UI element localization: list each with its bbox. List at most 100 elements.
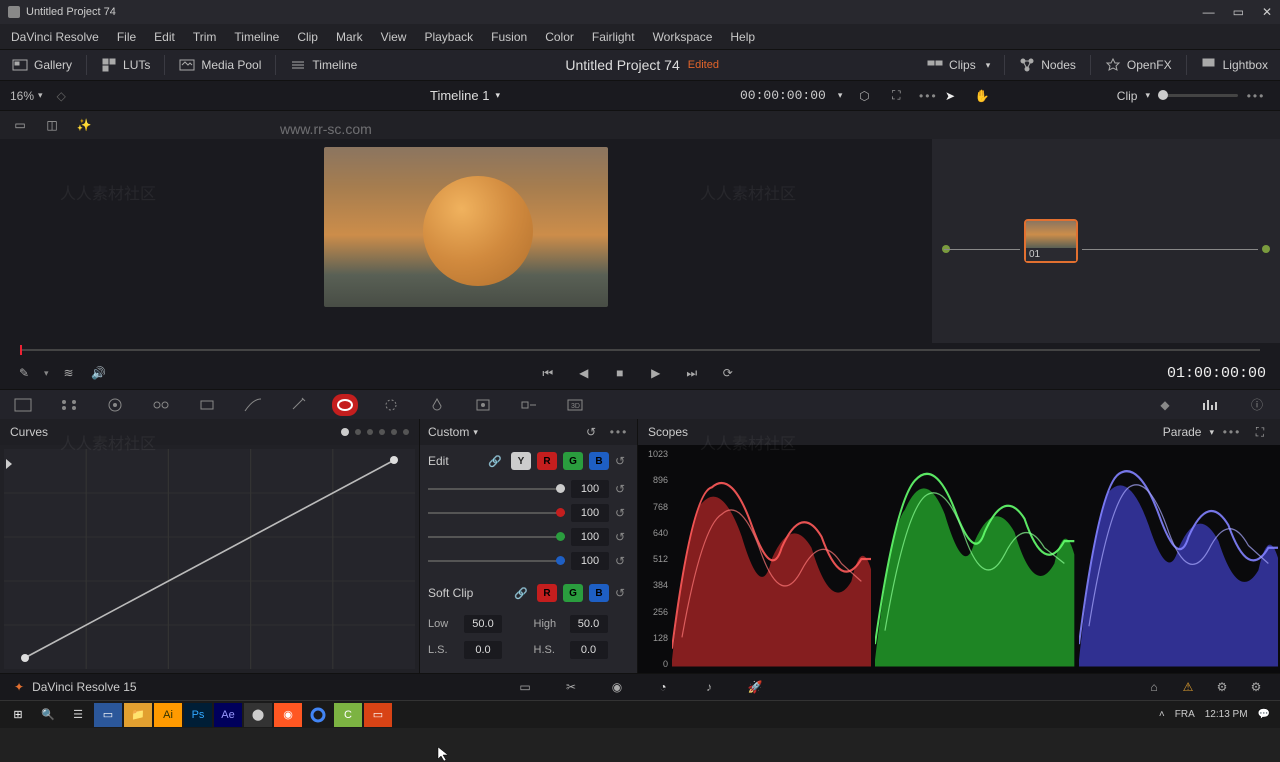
luts-button[interactable]: LUTs <box>89 49 162 81</box>
loop-icon[interactable]: ⟳ <box>718 363 738 383</box>
scopes-icon[interactable] <box>1198 394 1224 416</box>
channel-b-button[interactable]: B <box>589 452 609 470</box>
intensity-slider-b[interactable]: 100↺ <box>428 551 629 571</box>
info-icon[interactable]: ⓘ <box>1244 394 1270 416</box>
curve-point-black[interactable] <box>21 654 29 662</box>
high-value[interactable]: 50.0 <box>570 615 608 633</box>
mediapool-button[interactable]: Media Pool <box>167 49 273 81</box>
chevron-down-icon[interactable]: ▾ <box>38 90 43 101</box>
taskbar-app[interactable]: 📁 <box>124 703 152 727</box>
curves-mode[interactable]: Custom <box>428 425 469 439</box>
sizing-icon[interactable]: 3D <box>562 394 588 416</box>
reset-icon[interactable]: ↺ <box>615 454 629 468</box>
hs-value[interactable]: 0.0 <box>570 641 608 659</box>
window-icon[interactable] <box>378 394 404 416</box>
keyframe-icon[interactable]: ◆ <box>1152 394 1178 416</box>
wheels-icon[interactable] <box>102 394 128 416</box>
page-edit-icon[interactable]: ✂ <box>561 677 581 697</box>
warning-icon[interactable]: ⚠ <box>1178 677 1198 697</box>
menu-timeline[interactable]: Timeline <box>225 30 288 44</box>
home-icon[interactable]: ⌂ <box>1144 677 1164 697</box>
more-icon[interactable]: ••• <box>1246 86 1266 106</box>
taskbar-app[interactable]: ◉ <box>274 703 302 727</box>
image-wipe-icon[interactable]: ▭ <box>10 115 30 135</box>
softclip-r-button[interactable]: R <box>537 584 557 602</box>
menu-mark[interactable]: Mark <box>327 30 372 44</box>
zoom-value[interactable]: 16% <box>10 89 34 103</box>
page-deliver-icon[interactable]: 🚀 <box>745 677 765 697</box>
intensity-slider-g[interactable]: 100↺ <box>428 527 629 547</box>
tracker-droplet-icon[interactable] <box>424 394 450 416</box>
taskbar-app[interactable]: Ae <box>214 703 242 727</box>
time-track[interactable] <box>0 343 1280 357</box>
curve-point-white[interactable] <box>390 456 398 464</box>
camera-raw-icon[interactable] <box>10 394 36 416</box>
qualifier-wand-icon[interactable] <box>286 394 312 416</box>
node-01[interactable]: 01 <box>1024 219 1078 263</box>
taskview-button[interactable]: ☰ <box>64 703 92 727</box>
more-icon[interactable]: ••• <box>1222 422 1242 442</box>
lightbox-button[interactable]: Lightbox <box>1189 49 1280 81</box>
curve-editor[interactable] <box>4 449 415 669</box>
menu-file[interactable]: File <box>108 30 145 44</box>
page-fusion-icon[interactable]: ◉ <box>607 677 627 697</box>
tray-time[interactable]: 12:13 PM <box>1205 709 1248 720</box>
colormatch-icon[interactable] <box>56 394 82 416</box>
reset-icon[interactable]: ↺ <box>615 506 629 520</box>
menu-fairlight[interactable]: Fairlight <box>583 30 644 44</box>
timeline-button[interactable]: Timeline <box>278 49 369 81</box>
taskbar-app[interactable]: Ps <box>184 703 212 727</box>
stop-icon[interactable]: ■ <box>610 363 630 383</box>
channel-g-button[interactable]: G <box>563 452 583 470</box>
start-button[interactable]: ⊞ <box>4 703 32 727</box>
gallery-button[interactable]: Gallery <box>0 49 84 81</box>
channel-r-button[interactable]: R <box>537 452 557 470</box>
parade-display[interactable] <box>670 445 1280 673</box>
menu-workspace[interactable]: Workspace <box>644 30 722 44</box>
prev-clip-icon[interactable]: ⏮ <box>538 363 558 383</box>
page-color-icon[interactable]: ◔ <box>653 677 673 697</box>
page-fairlight-icon[interactable]: ♪ <box>699 677 719 697</box>
node-output-dot[interactable] <box>1262 245 1270 253</box>
reset-icon[interactable]: ↺ <box>615 554 629 568</box>
split-icon[interactable]: ◫ <box>42 115 62 135</box>
curve-marker-icon[interactable] <box>6 459 12 469</box>
menu-color[interactable]: Color <box>536 30 583 44</box>
reset-icon[interactable]: ↺ <box>615 482 629 496</box>
reset-icon[interactable]: ↺ <box>615 586 629 600</box>
taskbar-app[interactable]: ▭ <box>94 703 122 727</box>
key-icon[interactable] <box>516 394 542 416</box>
chevron-down-icon[interactable]: ▾ <box>495 90 500 101</box>
viewer-image[interactable] <box>324 147 608 307</box>
maximize-button[interactable]: ▭ <box>1233 5 1244 19</box>
project-settings-icon[interactable]: ⚙ <box>1212 677 1232 697</box>
page-media-icon[interactable]: ▭ <box>515 677 535 697</box>
clip-slider[interactable] <box>1158 94 1238 97</box>
layers-icon[interactable]: ≋ <box>59 363 79 383</box>
menu-clip[interactable]: Clip <box>288 30 327 44</box>
more-icon[interactable]: ••• <box>918 86 938 106</box>
link-icon[interactable]: 🔗 <box>511 583 531 603</box>
taskbar-app[interactable] <box>304 703 332 727</box>
motion-icon[interactable] <box>194 394 220 416</box>
step-back-icon[interactable]: ◀ <box>574 363 594 383</box>
close-button[interactable]: ✕ <box>1262 5 1272 19</box>
search-button[interactable]: 🔍 <box>34 703 62 727</box>
reset-icon[interactable]: ↺ <box>615 530 629 544</box>
timecode-top[interactable]: 00:00:00:00 <box>740 88 826 103</box>
softclip-b-button[interactable]: B <box>589 584 609 602</box>
taskbar-app[interactable]: Ai <box>154 703 182 727</box>
intensity-slider-y[interactable]: 100↺ <box>428 479 629 499</box>
blur-icon[interactable] <box>470 394 496 416</box>
hand-icon[interactable]: ✋ <box>972 86 992 106</box>
qualifier-icon[interactable] <box>332 394 358 416</box>
expand-icon[interactable]: ⛶ <box>1250 422 1270 442</box>
expand-icon[interactable]: ⛶ <box>886 86 906 106</box>
reset-icon[interactable]: ↺ <box>581 422 601 442</box>
low-value[interactable]: 50.0 <box>464 615 502 633</box>
curves-palette-icon[interactable] <box>240 394 266 416</box>
tray-chevron-icon[interactable]: ˄ <box>1159 709 1165 720</box>
channel-y-button[interactable]: Y <box>511 452 531 470</box>
ls-value[interactable]: 0.0 <box>464 641 502 659</box>
link-icon[interactable]: 🔗 <box>485 451 505 471</box>
